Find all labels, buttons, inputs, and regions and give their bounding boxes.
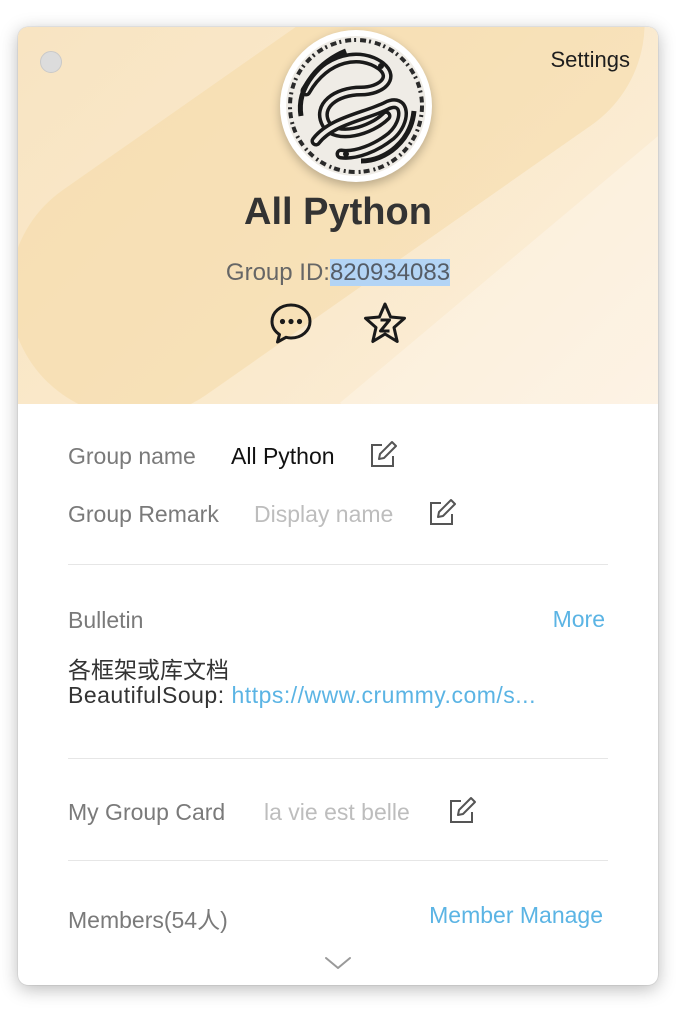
group-name-label: Group name	[68, 443, 196, 469]
bulletin-line2-prefix: BeautifulSoup:	[68, 682, 232, 708]
group-remark-field[interactable]: Display name	[254, 501, 393, 528]
divider	[68, 564, 608, 565]
bulletin-more-link[interactable]: More	[553, 606, 605, 633]
settings-button[interactable]: Settings	[551, 47, 631, 73]
edit-group-card-icon[interactable]	[447, 796, 477, 826]
bulletin-label: Bulletin	[68, 607, 144, 633]
close-window-button[interactable]	[40, 51, 62, 73]
group-title: All Python	[244, 191, 432, 233]
member-manage-link[interactable]: Member Manage	[429, 902, 603, 929]
profile-header: Settings All Python Group ID:820934083	[18, 27, 658, 404]
divider	[68, 758, 608, 759]
group-id-value[interactable]: 820934083	[329, 259, 451, 286]
python-logo-avatar-image	[286, 36, 426, 176]
group-id-label: Group ID:	[225, 259, 330, 286]
group-id-line: Group ID:820934083	[18, 259, 658, 287]
star-icon[interactable]	[362, 301, 408, 347]
group-profile-window: Settings All Python Group ID:820934083 G…	[18, 27, 658, 985]
bulletin-line2: BeautifulSoup: https://www.crummy.com/s.…	[68, 682, 612, 709]
chat-bubble-icon[interactable]	[268, 301, 314, 347]
bulletin-line1: 各框架或库文档	[68, 657, 229, 683]
members-label: Members(54人)	[68, 907, 228, 933]
group-card-label: My Group Card	[68, 799, 226, 825]
chevron-down-icon[interactable]	[323, 955, 353, 971]
group-remark-label: Group Remark	[68, 501, 219, 527]
group-card-value[interactable]: la vie est belle	[264, 799, 410, 826]
bulletin-url-link[interactable]: https://www.crummy.com/s...	[232, 682, 536, 708]
divider	[68, 860, 608, 861]
edit-group-remark-icon[interactable]	[427, 498, 457, 528]
group-avatar	[280, 30, 432, 182]
edit-group-name-icon[interactable]	[368, 440, 398, 470]
group-name-value: All Python	[231, 443, 335, 469]
